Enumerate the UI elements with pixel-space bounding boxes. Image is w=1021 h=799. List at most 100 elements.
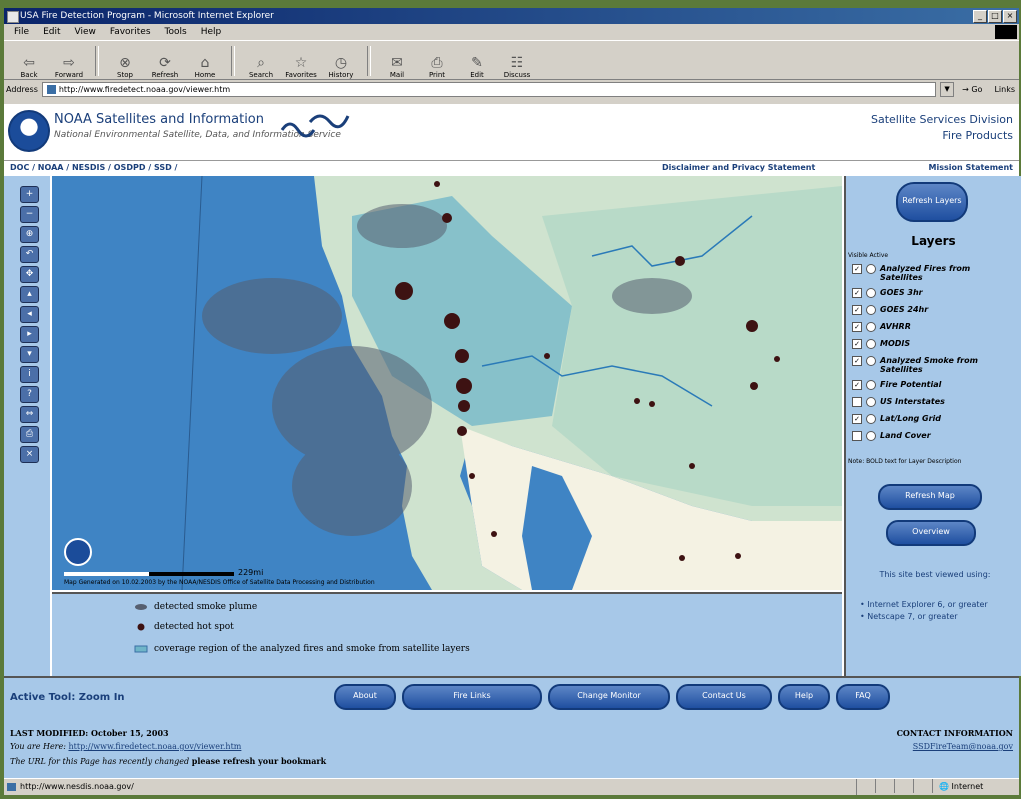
edit-button[interactable]: ✎ Edit bbox=[460, 43, 494, 79]
clear-tool-icon[interactable]: × bbox=[20, 446, 39, 463]
zoom-out-tool-icon[interactable]: − bbox=[20, 206, 39, 223]
noaa-logo-icon[interactable] bbox=[8, 110, 50, 152]
search-button[interactable]: ⌕ Search bbox=[244, 43, 278, 79]
change-monitor-button[interactable]: Change Monitor bbox=[548, 684, 670, 710]
refresh-button[interactable]: ⟳ Refresh bbox=[148, 43, 182, 79]
site-title: NOAA Satellites and Information bbox=[54, 112, 264, 127]
mail-button[interactable]: ✉ Mail bbox=[380, 43, 414, 79]
pan-north-icon[interactable]: ▴ bbox=[20, 286, 39, 303]
layer-visible-checkbox[interactable]: ✓ bbox=[852, 305, 862, 315]
url-notice-text: The URL for this Page has recently chang… bbox=[10, 757, 190, 766]
contact-us-button[interactable]: Contact Us bbox=[676, 684, 772, 710]
go-button[interactable]: → Go bbox=[958, 85, 986, 94]
map-canvas[interactable] bbox=[52, 176, 842, 590]
layer-visible-checkbox[interactable] bbox=[852, 431, 862, 441]
identify-tool-icon[interactable]: i bbox=[20, 366, 39, 383]
discuss-icon: ☷ bbox=[510, 55, 524, 71]
layer-active-radio[interactable] bbox=[866, 305, 876, 315]
menu-file[interactable]: File bbox=[14, 24, 29, 40]
layer-visible-checkbox[interactable]: ✓ bbox=[852, 414, 862, 424]
layer-row: ✓ Fire Potential bbox=[852, 380, 1000, 390]
fire-links-button[interactable]: Fire Links bbox=[402, 684, 542, 710]
address-input[interactable]: http://www.firedetect.noaa.gov/viewer.ht… bbox=[41, 81, 937, 97]
measure-tool-icon[interactable]: ⇔ bbox=[20, 406, 39, 423]
pan-south-icon[interactable]: ▾ bbox=[20, 346, 39, 363]
mission-link[interactable]: Mission Statement bbox=[929, 160, 1013, 176]
menu-help[interactable]: Help bbox=[201, 24, 222, 40]
layer-active-radio[interactable] bbox=[866, 322, 876, 332]
layer-active-radio[interactable] bbox=[866, 356, 876, 366]
map-tools-column: + − ⊕ ↶ ✥ ▴ ◂ ▸ ▾ i ? ⇔ ⎙ × bbox=[4, 176, 50, 676]
map-legend: detected smoke plume detected hot spot c… bbox=[52, 592, 842, 678]
disclaimer-link[interactable]: Disclaimer and Privacy Statement bbox=[662, 160, 815, 176]
browser-requirement: • Netscape 7, or greater bbox=[860, 612, 958, 621]
maximize-button[interactable]: □ bbox=[988, 10, 1002, 23]
print-button[interactable]: ⎙ Print bbox=[420, 43, 454, 79]
browser-window: USA Fire Detection Program - Microsoft I… bbox=[4, 8, 1021, 795]
layer-visible-checkbox[interactable]: ✓ bbox=[852, 264, 862, 274]
address-dropdown-button[interactable]: ▼ bbox=[940, 81, 955, 97]
you-are-here-label: You are Here: bbox=[10, 742, 66, 751]
query-tool-icon[interactable]: ? bbox=[20, 386, 39, 403]
search-icon: ⌕ bbox=[257, 55, 265, 71]
faq-button[interactable]: FAQ bbox=[836, 684, 890, 710]
pan-west-icon[interactable]: ◂ bbox=[20, 306, 39, 323]
overview-button[interactable]: Overview bbox=[886, 520, 976, 546]
layer-active-radio[interactable] bbox=[866, 380, 876, 390]
toolbar-label: Search bbox=[248, 71, 274, 79]
layer-visible-checkbox[interactable]: ✓ bbox=[852, 322, 862, 332]
zoom-previous-tool-icon[interactable]: ↶ bbox=[20, 246, 39, 263]
layer-active-radio[interactable] bbox=[866, 397, 876, 407]
layer-visible-checkbox[interactable]: ✓ bbox=[852, 380, 862, 390]
toolbar-label: Print bbox=[428, 71, 446, 79]
layer-active-radio[interactable] bbox=[866, 431, 876, 441]
layer-visible-checkbox[interactable] bbox=[852, 397, 862, 407]
favorites-button[interactable]: ☆ Favorites bbox=[284, 43, 318, 79]
hot-spot bbox=[457, 426, 467, 436]
minimize-button[interactable]: _ bbox=[973, 10, 987, 23]
menu-view[interactable]: View bbox=[75, 24, 96, 40]
back-button[interactable]: ⇦ Back bbox=[12, 43, 46, 79]
layer-active-radio[interactable] bbox=[866, 339, 876, 349]
site-header: NOAA Satellites and Information National… bbox=[4, 104, 1019, 161]
contact-email[interactable]: SSDFireTeam@noaa.gov bbox=[913, 742, 1013, 751]
layer-visible-checkbox[interactable]: ✓ bbox=[852, 356, 862, 366]
history-button[interactable]: ◷ History bbox=[324, 43, 358, 79]
menu-tools[interactable]: Tools bbox=[165, 24, 187, 40]
zoom-full-tool-icon[interactable]: ⊕ bbox=[20, 226, 39, 243]
layer-visible-checkbox[interactable]: ✓ bbox=[852, 288, 862, 298]
you-are-here-link[interactable]: http://www.firedetect.noaa.gov/viewer.ht… bbox=[68, 742, 241, 751]
hot-spot-icon bbox=[137, 623, 145, 631]
wave-logo-icon bbox=[280, 114, 350, 138]
stop-button[interactable]: ⊗ Stop bbox=[108, 43, 142, 79]
page-icon bbox=[46, 84, 56, 94]
hot-spot bbox=[634, 398, 640, 404]
breadcrumb[interactable]: DOC / NOAA / NESDIS / OSDPD / SSD / bbox=[10, 160, 177, 176]
about-button[interactable]: About bbox=[334, 684, 396, 710]
layer-active-radio[interactable] bbox=[866, 288, 876, 298]
zoom-in-tool-icon[interactable]: + bbox=[20, 186, 39, 203]
refresh-map-button[interactable]: Refresh Map bbox=[878, 484, 982, 510]
hot-spot bbox=[469, 473, 475, 479]
forward-button[interactable]: ⇨ Forward bbox=[52, 43, 86, 79]
pan-tool-icon[interactable]: ✥ bbox=[20, 266, 39, 283]
layers-header: Visible Active bbox=[848, 252, 889, 259]
links-button[interactable]: Links bbox=[990, 85, 1019, 94]
mail-icon: ✉ bbox=[391, 55, 403, 71]
last-modified: LAST MODIFIED: October 15, 2003 bbox=[10, 728, 169, 738]
home-button[interactable]: ⌂ Home bbox=[188, 43, 222, 79]
toolbar-label: Refresh bbox=[151, 71, 179, 79]
close-button[interactable]: × bbox=[1003, 10, 1017, 23]
layer-active-radio[interactable] bbox=[866, 264, 876, 274]
fire-map[interactable]: 229mi Map Generated on 10.02.2003 by the… bbox=[52, 176, 842, 590]
help-button[interactable]: Help bbox=[778, 684, 830, 710]
discuss-button[interactable]: ☷ Discuss bbox=[500, 43, 534, 79]
menu-favorites[interactable]: Favorites bbox=[110, 24, 151, 40]
print-map-tool-icon[interactable]: ⎙ bbox=[20, 426, 39, 443]
toolbar-label: Stop bbox=[117, 71, 133, 79]
refresh-layers-button[interactable]: Refresh Layers bbox=[896, 182, 968, 222]
menu-edit[interactable]: Edit bbox=[43, 24, 60, 40]
pan-east-icon[interactable]: ▸ bbox=[20, 326, 39, 343]
layer-visible-checkbox[interactable]: ✓ bbox=[852, 339, 862, 349]
layer-active-radio[interactable] bbox=[866, 414, 876, 424]
